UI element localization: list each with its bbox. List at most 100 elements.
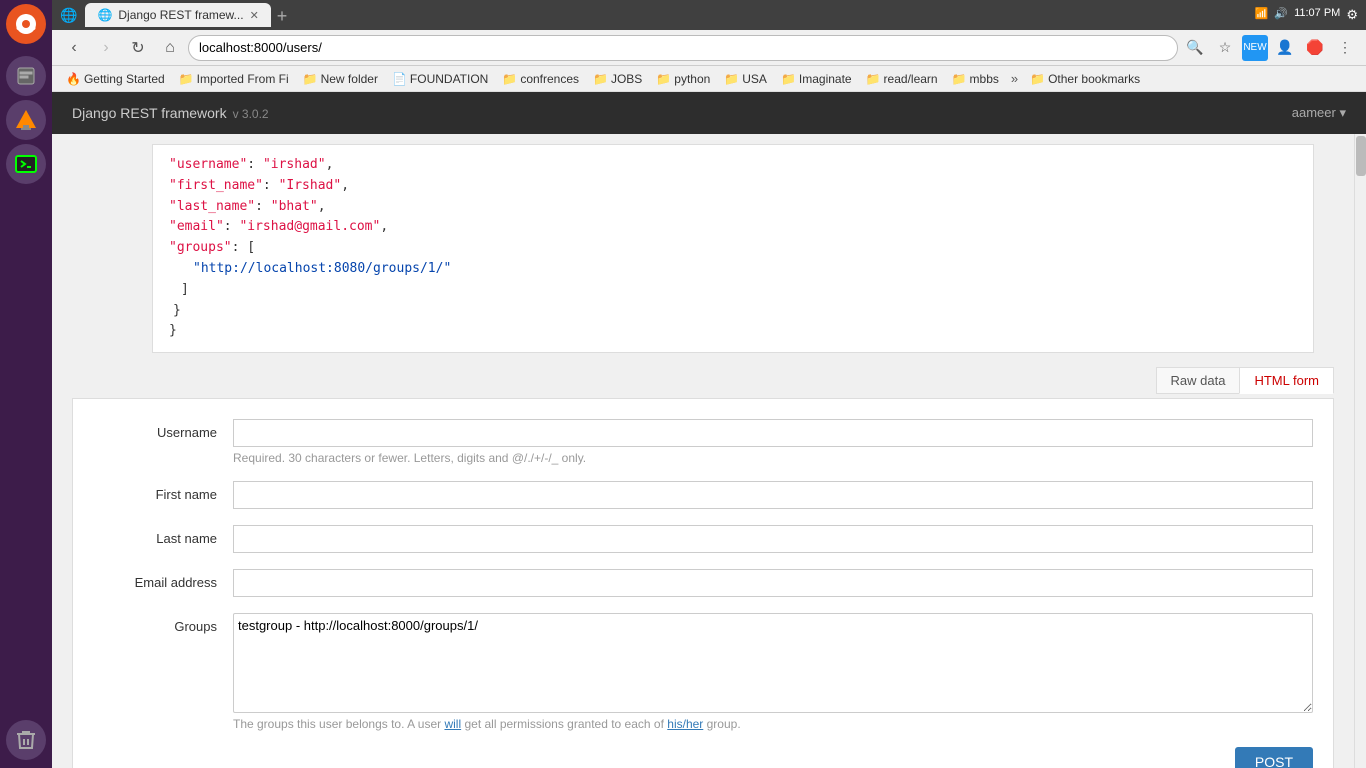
bookmark-other-label: Other bookmarks xyxy=(1048,72,1140,86)
bookmark-getting-started[interactable]: 🔥 Getting Started xyxy=(60,70,171,88)
bookmark-new-folder[interactable]: 📁 New folder xyxy=(297,70,384,88)
bookmark-confrences-icon: 📁 xyxy=(502,72,517,86)
bookmark-imported-from[interactable]: 📁 Imported From Fi xyxy=(173,70,295,88)
scrollbar[interactable] xyxy=(1354,134,1366,768)
groups-select[interactable]: testgroup - http://localhost:8000/groups… xyxy=(233,613,1313,713)
bookmark-read-icon: 📁 xyxy=(866,72,881,86)
bookmarks-bar: 🔥 Getting Started 📁 Imported From Fi 📁 N… xyxy=(52,66,1366,92)
bookmark-new-folder-icon: 📁 xyxy=(303,72,318,86)
lastname-field xyxy=(233,525,1313,553)
nav-bar: ‹ › ↻ ⌂ 🔍 ☆ NEW 👤 🛑 ⋮ xyxy=(52,30,1366,66)
html-form-button[interactable]: HTML form xyxy=(1239,367,1334,394)
groups-label: Groups xyxy=(93,613,233,634)
bookmark-getting-started-label: Getting Started xyxy=(84,72,165,86)
email-field xyxy=(233,569,1313,597)
bookmark-other-icon: 📁 xyxy=(1030,72,1045,86)
bookmark-mbbs-icon: 📁 xyxy=(952,72,967,86)
extension-new-button[interactable]: NEW xyxy=(1242,35,1268,61)
bookmark-read-label: read/learn xyxy=(884,72,938,86)
active-tab[interactable]: 🌐 Django REST framew... ✕ xyxy=(85,3,270,27)
json-email-key: "email" xyxy=(169,219,224,234)
lastname-label: Last name xyxy=(93,525,233,546)
json-lastname-val: "bhat" xyxy=(271,199,318,214)
scrollable-content: "username": "irshad", "first_name": "Irs… xyxy=(52,134,1354,768)
groups-help-text2: get all permissions granted to each of xyxy=(461,717,667,731)
json-username-key: "username" xyxy=(169,157,247,172)
bookmark-usa-icon: 📁 xyxy=(724,72,739,86)
groups-row: Groups testgroup - http://localhost:8000… xyxy=(93,613,1313,731)
django-version: v 3.0.2 xyxy=(233,107,269,121)
scrollbar-thumb[interactable] xyxy=(1356,136,1366,176)
groups-help-text3: group. xyxy=(703,717,740,731)
bookmark-imaginate-label: Imaginate xyxy=(799,72,852,86)
bookmark-read-learn[interactable]: 📁 read/learn xyxy=(860,70,944,88)
username-label: Username xyxy=(93,419,233,440)
bookmark-jobs[interactable]: 📁 JOBS xyxy=(587,70,648,88)
controls-bar: Raw data HTML form xyxy=(52,363,1354,398)
bookmark-jobs-icon: 📁 xyxy=(593,72,608,86)
menu-button[interactable]: ⋮ xyxy=(1332,35,1358,61)
raw-data-button[interactable]: Raw data xyxy=(1156,367,1240,394)
forward-button[interactable]: › xyxy=(92,34,120,62)
email-input[interactable] xyxy=(233,569,1313,597)
trash-icon[interactable] xyxy=(6,720,46,760)
django-dropdown-icon: ▾ xyxy=(1339,105,1346,120)
groups-option[interactable]: testgroup - http://localhost:8000/groups… xyxy=(238,618,1308,634)
django-header: Django REST framework v 3.0.2 aameer ▾ xyxy=(52,92,1366,134)
terminal-icon[interactable] xyxy=(6,144,46,184)
groups-help-link[interactable]: will xyxy=(444,717,461,731)
email-row: Email address xyxy=(93,569,1313,597)
tab-close-button[interactable]: ✕ xyxy=(250,9,259,22)
bookmarks-more-button[interactable]: » xyxy=(1007,71,1022,86)
new-tab-button[interactable]: + xyxy=(277,6,288,27)
firstname-field xyxy=(233,481,1313,509)
bookmark-other[interactable]: 📁 Other bookmarks xyxy=(1024,70,1146,88)
json-firstname-key: "first_name" xyxy=(169,178,263,193)
profile-button[interactable]: 👤 xyxy=(1272,35,1298,61)
firstname-label: First name xyxy=(93,481,233,502)
bookmark-new-folder-label: New folder xyxy=(321,72,378,86)
json-response-block: "username": "irshad", "first_name": "Irs… xyxy=(72,144,1334,353)
email-label: Email address xyxy=(93,569,233,590)
bookmark-foundation-label: FOUNDATION xyxy=(410,72,488,86)
bookmark-imaginate-icon: 📁 xyxy=(781,72,796,86)
home-button[interactable]: ⌂ xyxy=(156,34,184,62)
bookmark-button[interactable]: ☆ xyxy=(1212,35,1238,61)
bookmark-usa-label: USA xyxy=(742,72,767,86)
taskbar xyxy=(0,0,52,768)
firstname-row: First name xyxy=(93,481,1313,509)
chrome-window: 🌐 🌐 Django REST framew... ✕ + 📶 🔊 11:07 … xyxy=(52,0,1366,768)
bookmark-confrences[interactable]: 📁 confrences xyxy=(496,70,585,88)
bookmark-imaginate[interactable]: 📁 Imaginate xyxy=(775,70,858,88)
bookmark-python[interactable]: 📁 python xyxy=(650,70,716,88)
post-button[interactable]: POST xyxy=(1235,747,1313,768)
reload-button[interactable]: ↻ xyxy=(124,34,152,62)
bookmark-usa[interactable]: 📁 USA xyxy=(718,70,773,88)
django-username: aameer xyxy=(1292,105,1336,120)
json-groups-key: "groups" xyxy=(169,240,232,255)
bookmark-getting-started-icon: 🔥 xyxy=(66,72,81,86)
adblock-button[interactable]: 🛑 xyxy=(1302,35,1328,61)
nav-right-controls: 🔍 ☆ NEW 👤 🛑 ⋮ xyxy=(1182,35,1358,61)
firstname-input[interactable] xyxy=(233,481,1313,509)
files-icon[interactable] xyxy=(6,56,46,96)
groups-help-link2[interactable]: his/her xyxy=(667,717,703,731)
lastname-input[interactable] xyxy=(233,525,1313,553)
ubuntu-icon[interactable] xyxy=(6,4,46,44)
vlc-icon[interactable] xyxy=(6,100,46,140)
groups-help-text: The groups this user belongs to. A user xyxy=(233,717,444,731)
search-button[interactable]: 🔍 xyxy=(1182,35,1208,61)
django-user-menu[interactable]: aameer ▾ xyxy=(1292,105,1346,121)
json-lastname-key: "last_name" xyxy=(169,199,255,214)
bookmark-imported-label: Imported From Fi xyxy=(197,72,289,86)
username-input[interactable] xyxy=(233,419,1313,447)
bookmark-foundation[interactable]: 📄 FOUNDATION xyxy=(386,70,494,88)
back-button[interactable]: ‹ xyxy=(60,34,88,62)
address-bar[interactable] xyxy=(188,35,1178,61)
bookmark-mbbs[interactable]: 📁 mbbs xyxy=(946,70,1005,88)
form-container: Username Required. 30 characters or fewe… xyxy=(72,398,1334,768)
json-groups-link[interactable]: "http://localhost:8080/groups/1/" xyxy=(193,261,451,276)
bookmark-mbbs-label: mbbs xyxy=(970,72,999,86)
volume-icon: 🔊 xyxy=(1274,7,1288,23)
form-actions: POST xyxy=(93,747,1313,768)
